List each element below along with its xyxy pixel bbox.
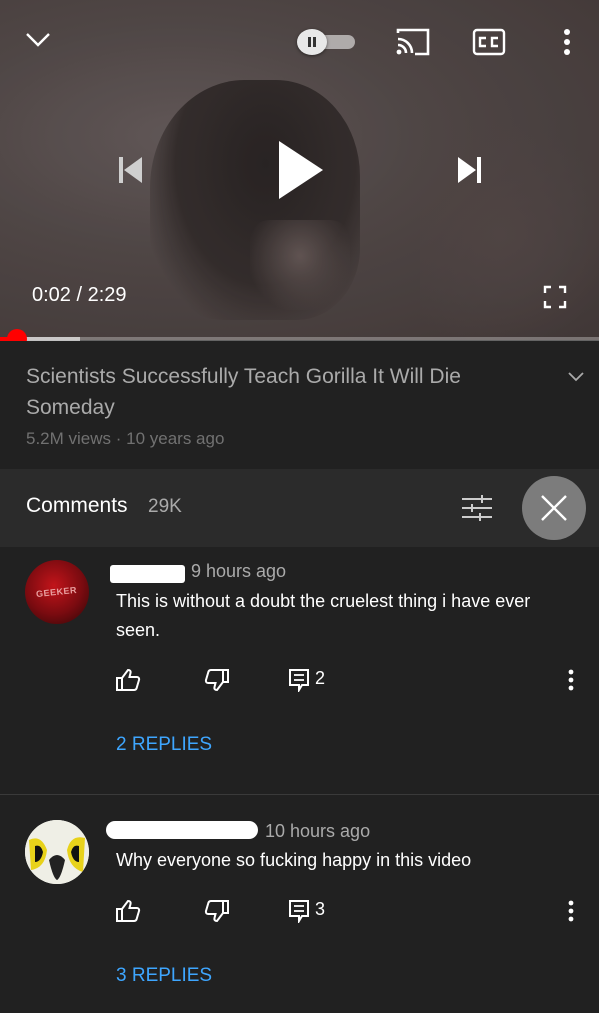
filter-icon[interactable]: [458, 489, 496, 527]
video-info: Scientists Successfully Teach Gorilla It…: [0, 341, 599, 469]
reply-count: 3: [315, 899, 326, 919]
reply-icon[interactable]: [284, 665, 314, 695]
more-vertical-icon[interactable]: [556, 665, 586, 695]
dislike-icon[interactable]: [202, 665, 232, 695]
comment-item: 10 hours ago Why everyone so fucking hap…: [0, 795, 599, 1013]
pause-icon: [297, 29, 327, 55]
chevron-down-icon[interactable]: [22, 24, 54, 56]
view-replies-link[interactable]: 3 REPLIES: [116, 965, 212, 987]
chevron-down-icon[interactable]: [562, 363, 590, 391]
comments-title: Comments: [26, 494, 128, 517]
comments-header: Comments 29K: [0, 469, 599, 547]
previous-icon[interactable]: [108, 148, 152, 192]
like-icon[interactable]: [113, 665, 143, 695]
cast-icon[interactable]: [393, 25, 433, 59]
video-player[interactable]: 0:02 / 2:29: [0, 0, 599, 340]
current-time: 0:02: [32, 284, 71, 306]
author-name-redacted[interactable]: [106, 821, 258, 839]
more-vertical-icon[interactable]: [553, 24, 581, 60]
video-meta: 5.2M views · 10 years ago: [26, 429, 225, 448]
comment-text: Why everyone so fucking happy in this vi…: [116, 850, 472, 870]
comment-text: This is without a doubt the cruelest thi…: [116, 591, 531, 640]
reply-icon[interactable]: [284, 896, 314, 926]
like-icon[interactable]: [113, 896, 143, 926]
time-separator: /: [76, 284, 83, 306]
view-replies-link[interactable]: 2 REPLIES: [116, 734, 212, 756]
avatar-image: [25, 820, 89, 884]
duration: 2:29: [87, 284, 127, 306]
close-icon: [541, 495, 567, 521]
comments-count: 29K: [148, 496, 182, 517]
avatar[interactable]: [25, 820, 89, 884]
next-icon[interactable]: [448, 148, 492, 192]
avatar-text: GEEKER: [36, 584, 78, 600]
reply-count: 2: [315, 668, 326, 688]
autoplay-toggle[interactable]: [297, 29, 357, 55]
comment-time: 9 hours ago: [191, 561, 287, 581]
captions-icon[interactable]: [471, 27, 507, 57]
time-display: 0:02 / 2:29: [32, 284, 127, 307]
avatar[interactable]: GEEKER: [25, 560, 89, 624]
fullscreen-icon[interactable]: [540, 282, 570, 312]
comment-item: GEEKER 9 hours ago This is without a dou…: [0, 547, 599, 794]
close-button[interactable]: [522, 476, 586, 540]
comment-time: 10 hours ago: [265, 821, 371, 841]
author-name-redacted[interactable]: [110, 565, 185, 583]
dislike-icon[interactable]: [202, 896, 232, 926]
more-vertical-icon[interactable]: [556, 896, 586, 926]
play-icon[interactable]: [268, 134, 332, 206]
video-title[interactable]: Scientists Successfully Teach Gorilla It…: [26, 361, 506, 423]
